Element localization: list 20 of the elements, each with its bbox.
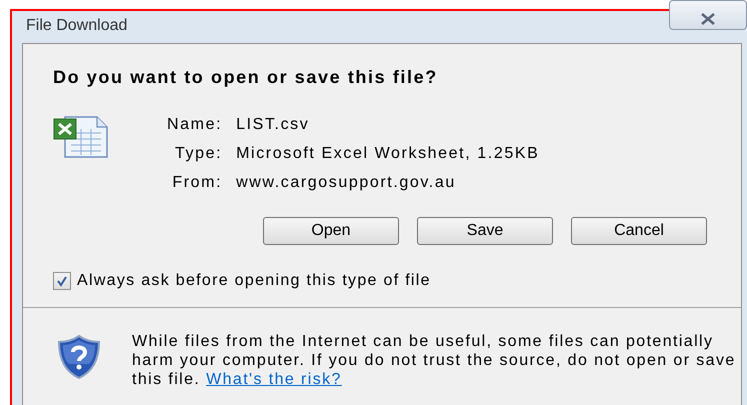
field-label: From: bbox=[171, 173, 222, 193]
dialog-button[interactable]: Cancel bbox=[571, 217, 707, 245]
close-button[interactable] bbox=[669, 0, 747, 30]
question-heading: Do you want to open or save this file? bbox=[53, 66, 438, 89]
field-value: LIST.csv bbox=[236, 115, 310, 135]
close-icon bbox=[700, 13, 716, 25]
shield-question-icon bbox=[56, 334, 102, 380]
field-value: www.cargosupport.gov.au bbox=[236, 173, 457, 193]
checkbox-label: Always ask before opening this type of file bbox=[77, 271, 431, 291]
checkbox[interactable] bbox=[53, 272, 71, 290]
field-label: Type: bbox=[174, 144, 222, 164]
dialog-button[interactable]: Open bbox=[263, 217, 399, 245]
spreadsheet-file-icon bbox=[53, 115, 109, 159]
check-icon bbox=[56, 275, 68, 287]
window-title: File Download bbox=[26, 16, 128, 36]
dialog-button[interactable]: Save bbox=[417, 217, 553, 245]
field-label: Name: bbox=[167, 115, 222, 135]
risk-link[interactable]: What's the risk? bbox=[206, 371, 342, 388]
warning-text: While files from the Internet can be useful, some files can potentially harm your computer. If you do not trust the source, do not open or save this file. What's the risk? bbox=[132, 332, 737, 389]
field-value: Microsoft Excel Worksheet, 1.25KB bbox=[236, 144, 540, 164]
